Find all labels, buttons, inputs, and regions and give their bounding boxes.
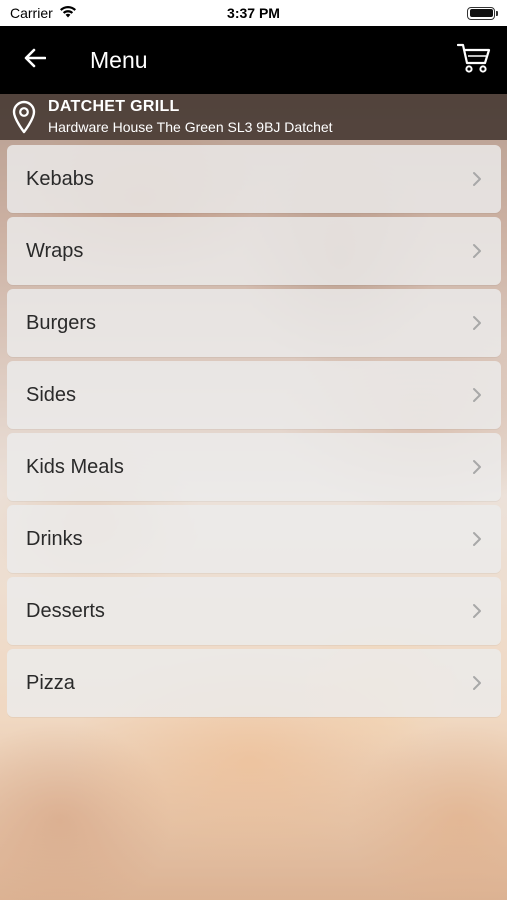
battery-icon — [467, 6, 498, 20]
location-text: DATCHET GRILL Hardware House The Green S… — [48, 97, 333, 137]
battery-fill — [469, 9, 493, 17]
map-pin-icon — [0, 94, 48, 140]
chevron-right-icon — [471, 674, 483, 692]
restaurant-address: Hardware House The Green SL3 9BJ Datchet — [48, 119, 333, 135]
menu-category-label: Sides — [26, 383, 77, 406]
chevron-right-icon — [471, 242, 483, 260]
cart-button[interactable] — [455, 40, 493, 80]
menu-category-sides[interactable]: Sides — [7, 361, 501, 429]
menu-category-label: Pizza — [26, 671, 75, 694]
chevron-right-icon — [471, 386, 483, 404]
chevron-right-icon — [471, 602, 483, 620]
wifi-icon — [59, 5, 77, 21]
menu-category-kids-meals[interactable]: Kids Meals — [7, 433, 501, 501]
menu-category-burgers[interactable]: Burgers — [7, 289, 501, 357]
status-left: Carrier — [10, 5, 77, 21]
carrier-label: Carrier — [10, 5, 53, 21]
menu-category-wraps[interactable]: Wraps — [7, 217, 501, 285]
menu-category-label: Kids Meals — [26, 455, 124, 478]
menu-category-list: Kebabs Wraps Burgers Sides Kids Meals Dr… — [7, 145, 501, 717]
menu-category-label: Burgers — [26, 311, 97, 334]
restaurant-name: DATCHET GRILL — [48, 98, 180, 115]
menu-category-label: Kebabs — [26, 167, 94, 190]
arrow-left-icon — [24, 48, 47, 73]
chevron-right-icon — [471, 170, 483, 188]
menu-category-label: Desserts — [26, 599, 105, 622]
chevron-right-icon — [471, 530, 483, 548]
menu-category-desserts[interactable]: Desserts — [7, 577, 501, 645]
menu-category-label: Wraps — [26, 239, 84, 262]
page-title: Menu — [90, 46, 148, 73]
menu-category-kebabs[interactable]: Kebabs — [7, 145, 501, 213]
menu-category-label: Drinks — [26, 527, 83, 550]
nav-bar: Menu — [0, 26, 507, 94]
back-button[interactable] — [0, 26, 70, 94]
cart-icon — [456, 42, 491, 79]
chevron-right-icon — [471, 458, 483, 476]
menu-category-pizza[interactable]: Pizza — [7, 649, 501, 717]
status-bar: Carrier 3:37 PM — [0, 0, 507, 26]
location-bar: DATCHET GRILL Hardware House The Green S… — [0, 94, 507, 140]
menu-category-drinks[interactable]: Drinks — [7, 505, 501, 573]
chevron-right-icon — [471, 314, 483, 332]
